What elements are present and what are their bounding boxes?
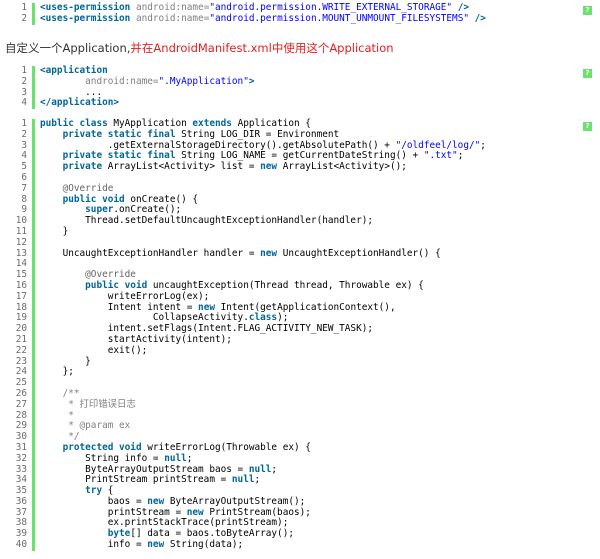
code-line: 4 </application>: [0, 97, 600, 109]
code-block-manifest: ? 1 <application 2 android:name=".MyApplic…: [0, 65, 600, 110]
line-number: 22: [15, 344, 27, 356]
line-number: 7: [21, 182, 27, 194]
code-block-application: ? 1 public class MyApplication extends Ap…: [0, 118, 600, 551]
code-line: 2 private static final String LOG_DIR = …: [0, 128, 600, 141]
line-number: 17: [15, 290, 27, 302]
code-text: UncaughtExceptionHandler handler = new U…: [40, 247, 441, 259]
code-text: writeErrorLog(ex);: [40, 290, 210, 302]
code-line: 27 * 打印错误日志: [0, 398, 600, 411]
code-line: 2 android:name=".MyApplication">: [0, 75, 600, 88]
code-block-permissions: ? 1 <uses-permission android:name="androi…: [0, 2, 600, 25]
code-line: 12: [0, 236, 600, 249]
line-number: 4: [21, 97, 27, 109]
code-line: 22 exit();: [0, 344, 600, 357]
code-line: 32 String info = null;: [0, 452, 600, 465]
code-line: 40 info = new String(data);: [0, 539, 600, 551]
prose-text: 自定义一个Application,: [5, 41, 131, 55]
code-line: 23 }: [0, 356, 600, 368]
code-line: 17 writeErrorLog(ex);: [0, 290, 600, 303]
line-number: 12: [15, 236, 27, 248]
line-number: 27: [15, 398, 27, 410]
line-number: 2: [21, 75, 27, 87]
code-line: 25: [0, 377, 600, 389]
prose-paragraph: 自定义一个Application,并在AndroidManifest.xml中使…: [5, 40, 394, 56]
code-line: 11 }: [0, 225, 600, 238]
code-text: }: [40, 225, 69, 237]
code-line: 29 * @param ex: [0, 420, 600, 432]
code-line: 5 private ArrayList<Activity> list = new…: [0, 161, 600, 173]
code-text: </application>: [40, 97, 120, 109]
code-text: android:name=".MyApplication">: [85, 75, 255, 87]
code-line: 24 };: [0, 367, 600, 378]
code-text: private ArrayList<Activity> list = new A…: [62, 161, 407, 173]
line-number: 2: [21, 128, 27, 140]
code-text: Thread.setDefaultUncaughtExceptionHandle…: [40, 215, 374, 227]
code-line: 2 <uses-permission android:name="android.…: [0, 12, 600, 25]
code-text: };: [40, 366, 74, 378]
code-text: exit();: [40, 344, 148, 356]
code-line: 13 UncaughtExceptionHandler handler = ne…: [0, 247, 600, 260]
line-number: 40: [15, 539, 27, 551]
code-line: 10 Thread.setDefaultUncaughtExceptionHan…: [0, 215, 600, 227]
line-number: 32: [15, 452, 27, 464]
code-text: <uses-permission android:name="android.p…: [40, 12, 486, 24]
line-number: 2: [21, 12, 27, 24]
prose-highlight: 并在AndroidManifest.xml中使用这个Application: [130, 41, 394, 55]
code-text: private static final String LOG_DIR = En…: [62, 128, 340, 140]
code-text: String info = null;: [40, 452, 193, 464]
code-text: info = new String(data);: [40, 539, 244, 551]
